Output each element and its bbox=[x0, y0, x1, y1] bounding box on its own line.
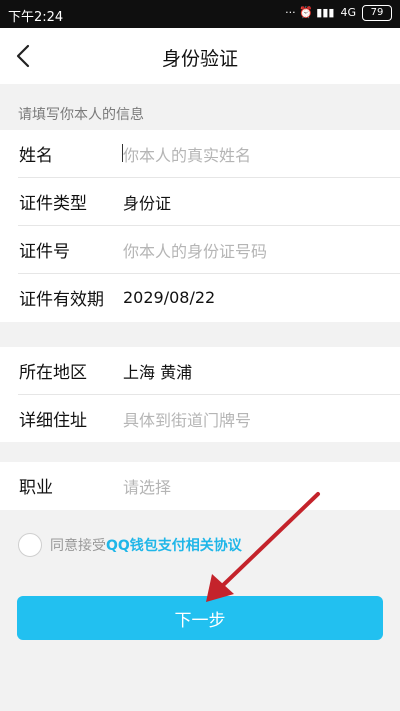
id-expiry-row[interactable]: 证件有效期 2029/08/22 bbox=[0, 274, 400, 321]
id-number-input[interactable]: 你本人的身份证号码 bbox=[123, 238, 267, 262]
section-hint: 请填写你本人的信息 bbox=[18, 107, 144, 123]
next-step-button[interactable]: 下一步 bbox=[17, 596, 383, 640]
name-input[interactable]: 你本人的真实姓名 bbox=[123, 142, 251, 166]
occupation-row[interactable]: 职业 请选择 bbox=[0, 462, 400, 509]
id-expiry-value[interactable]: 2029/08/22 bbox=[123, 288, 215, 307]
name-label: 姓名 bbox=[19, 146, 53, 166]
id-type-value[interactable]: 身份证 bbox=[123, 190, 171, 214]
address-input[interactable]: 具体到街道门牌号 bbox=[123, 407, 251, 431]
status-time: 下午2:24 bbox=[8, 10, 64, 25]
id-expiry-label: 证件有效期 bbox=[19, 290, 104, 310]
id-number-label: 证件号 bbox=[19, 242, 70, 262]
id-type-row[interactable]: 证件类型 身份证 bbox=[0, 178, 400, 225]
address-label: 详细住址 bbox=[19, 411, 87, 431]
app-header: 身份验证 bbox=[0, 28, 400, 84]
network-label: 4G bbox=[340, 6, 356, 19]
page-title: 身份验证 bbox=[161, 48, 238, 70]
status-icons: ··· ⏰ ▮▮▮ bbox=[285, 6, 335, 19]
name-row[interactable]: 姓名 你本人的真实姓名 bbox=[0, 130, 400, 177]
region-row[interactable]: 所在地区 上海 黄浦 bbox=[0, 347, 400, 394]
id-type-label: 证件类型 bbox=[19, 194, 87, 214]
agreement-link[interactable]: QQ钱包支付相关协议 bbox=[106, 535, 242, 555]
battery-icon: 79 bbox=[362, 5, 392, 21]
region-label: 所在地区 bbox=[19, 363, 87, 383]
occupation-select[interactable]: 请选择 bbox=[123, 474, 171, 498]
agreement-text: 同意接受 bbox=[50, 538, 106, 554]
occupation-label: 职业 bbox=[19, 478, 53, 498]
status-bar: 下午2:24 ··· ⏰ ▮▮▮ 4G 79 bbox=[0, 0, 400, 28]
id-number-row[interactable]: 证件号 你本人的身份证号码 bbox=[0, 226, 400, 273]
occupation-card: 职业 请选择 bbox=[0, 462, 400, 510]
identity-card: 姓名 你本人的真实姓名 证件类型 身份证 证件号 你本人的身份证号码 证件有效期… bbox=[0, 130, 400, 322]
agreement-row: 同意接受 QQ钱包支付相关协议 bbox=[18, 533, 242, 557]
agreement-checkbox[interactable] bbox=[18, 533, 42, 557]
address-row[interactable]: 详细住址 具体到街道门牌号 bbox=[0, 395, 400, 442]
address-card: 所在地区 上海 黄浦 详细住址 具体到街道门牌号 bbox=[0, 347, 400, 442]
region-value[interactable]: 上海 黄浦 bbox=[123, 359, 192, 383]
status-indicators: ··· ⏰ ▮▮▮ 4G 79 bbox=[285, 4, 392, 22]
